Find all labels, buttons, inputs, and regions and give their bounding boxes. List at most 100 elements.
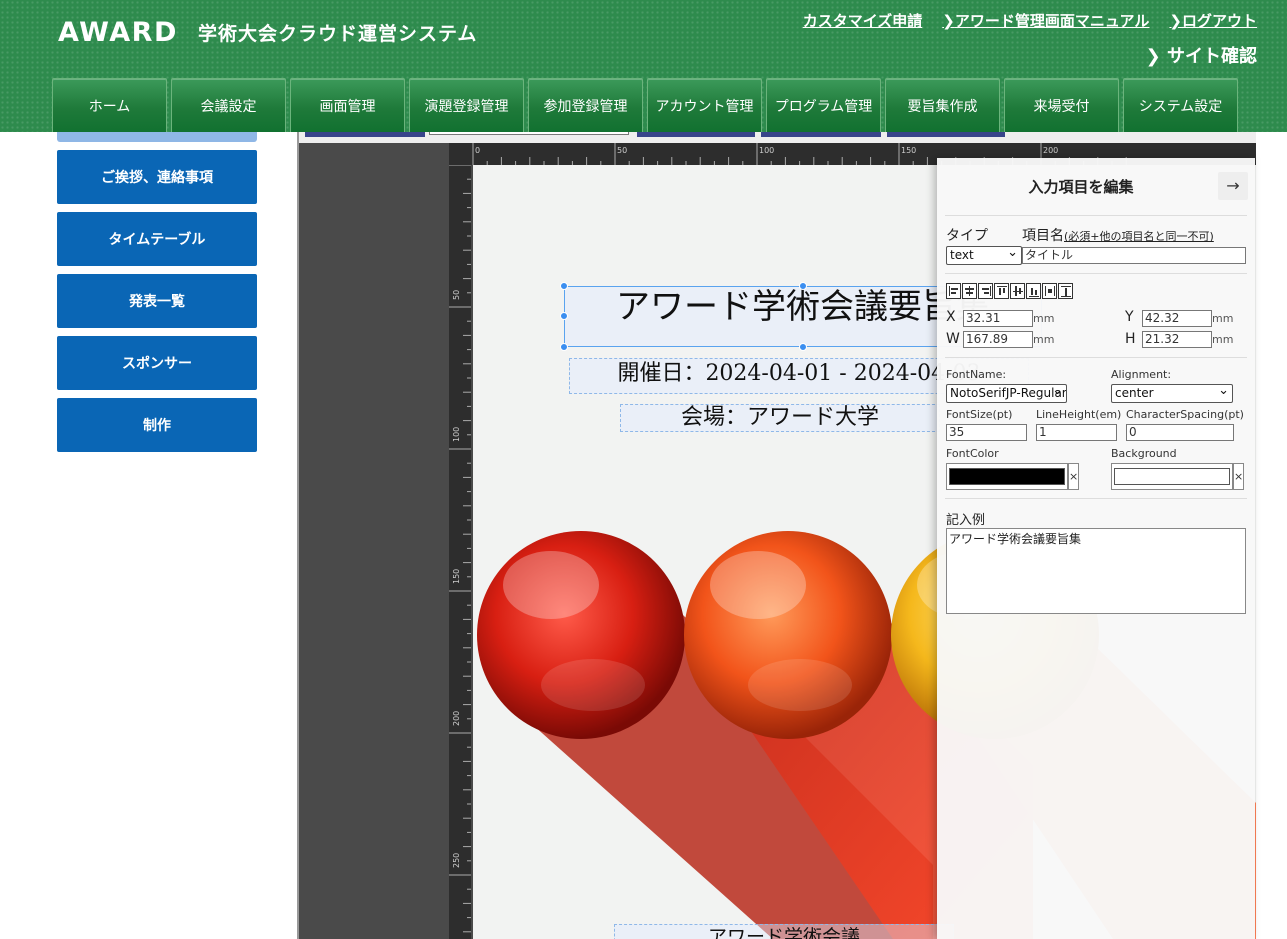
lineheight-input[interactable]: 1: [1036, 424, 1117, 441]
divider: [945, 498, 1247, 499]
name-input[interactable]: タイトル: [1022, 247, 1246, 264]
background-clear-button[interactable]: ×: [1233, 463, 1244, 490]
nav-abstract-book[interactable]: 要旨集作成: [885, 78, 1000, 132]
sidebar-item-presentations[interactable]: 発表一覧: [57, 274, 257, 328]
sidebar-item-greetings[interactable]: ご挨拶、連絡事項: [57, 150, 257, 204]
charspacing-label: CharacterSpacing(pt): [1126, 408, 1244, 421]
name-hint: (必須+他の項目名と同一不可): [1064, 230, 1214, 243]
logout-link-label: ログアウト: [1181, 12, 1257, 30]
top-links: カスタマイズ申請 ❯アワード管理画面マニュアル ❯ログアウト: [803, 10, 1257, 31]
resize-handle[interactable]: [560, 343, 568, 351]
w-label: W: [946, 331, 960, 347]
toolbar-button[interactable]: [887, 132, 1005, 137]
panel-title: 入力項目を編集: [1028, 178, 1134, 196]
fontsize-label: FontSize(pt): [946, 408, 1013, 421]
nav-participant-registration[interactable]: 参加登録管理: [528, 78, 643, 132]
resize-handle[interactable]: [560, 282, 568, 290]
toolbar-button[interactable]: [305, 132, 425, 137]
venue-field[interactable]: 会場：アワード大学: [620, 404, 940, 432]
sidebar-item-timetable[interactable]: タイムテーブル: [57, 212, 257, 266]
ruler-label: 100: [452, 427, 461, 442]
customize-request-link[interactable]: カスタマイズ申請: [803, 10, 923, 31]
fontcolor-label: FontColor: [946, 447, 999, 460]
example-textarea[interactable]: アワード学術会議要旨集: [946, 528, 1246, 614]
divider: [945, 215, 1247, 216]
nav-system-settings[interactable]: システム設定: [1123, 78, 1238, 132]
x-label: X: [946, 309, 956, 325]
manual-link-label: アワード管理画面マニュアル: [954, 12, 1150, 30]
background-swatch: [1114, 468, 1230, 485]
h-input[interactable]: 21.32: [1142, 331, 1212, 348]
site-check-link[interactable]: ❯ サイト確認: [1146, 42, 1257, 68]
sidebar-item-active-stub[interactable]: [57, 132, 257, 142]
fontsize-input[interactable]: 35: [946, 424, 1027, 441]
align-toolbar: [946, 283, 1073, 299]
nav-account-management[interactable]: アカウント管理: [647, 78, 762, 132]
ruler-label: 250: [452, 853, 461, 868]
toolbar-button[interactable]: [761, 132, 881, 137]
align-vcenter-icon[interactable]: [1010, 283, 1025, 299]
alignment-label: Alignment:: [1111, 368, 1172, 381]
y-label: Y: [1125, 309, 1134, 325]
ruler-label: 200: [1043, 146, 1058, 155]
fontcolor-picker[interactable]: [946, 463, 1068, 490]
arrow-right-icon[interactable]: →: [1218, 172, 1248, 200]
align-left-icon[interactable]: [946, 283, 961, 299]
y-input[interactable]: 42.32: [1142, 310, 1212, 327]
resize-handle[interactable]: [799, 343, 807, 351]
divider: [945, 357, 1247, 358]
divider: [945, 273, 1247, 274]
bottom-field-text: アワード学術会議: [707, 926, 860, 939]
ruler-label: 50: [452, 290, 461, 300]
type-select[interactable]: text: [946, 246, 1022, 265]
ruler-label: 100: [759, 146, 774, 155]
fontname-select[interactable]: NotoSerifJP-Regular: [946, 384, 1067, 403]
bottom-field[interactable]: アワード学術会議: [614, 924, 954, 939]
w-input[interactable]: 167.89: [963, 331, 1033, 348]
header-bar: AWARD 学術大会クラウド運営システム カスタマイズ申請 ❯アワード管理画面マ…: [0, 0, 1287, 132]
toolbar-input[interactable]: [429, 132, 629, 135]
sidebar-item-sponsors[interactable]: スポンサー: [57, 336, 257, 390]
editor-toolbar: [299, 132, 1256, 143]
nav-conference-settings[interactable]: 会議設定: [171, 78, 286, 132]
logout-link[interactable]: ❯ログアウト: [1169, 10, 1257, 31]
nav-reception[interactable]: 来場受付: [1004, 78, 1119, 132]
toolbar-button[interactable]: [637, 132, 755, 137]
sidebar-item-production[interactable]: 制作: [57, 398, 257, 452]
align-right-icon[interactable]: [978, 283, 993, 299]
charspacing-input[interactable]: 0: [1126, 424, 1234, 441]
manual-link[interactable]: ❯アワード管理画面マニュアル: [942, 10, 1149, 31]
w-unit: mm: [1033, 333, 1055, 346]
nav-abstract-registration[interactable]: 演題登録管理: [409, 78, 524, 132]
vertical-ruler: 50 100 150 200 250: [449, 165, 471, 939]
ruler-label: 0: [475, 146, 480, 155]
lineheight-label: LineHeight(em): [1036, 408, 1122, 421]
award-logo[interactable]: AWARD: [58, 17, 178, 48]
title-field-text: アワード学術会議要旨集: [616, 287, 990, 327]
nav-program-management[interactable]: プログラム管理: [766, 78, 881, 132]
distribute-v-icon[interactable]: [1058, 283, 1073, 299]
name-label: 項目名(必須+他の項目名と同一不可): [1022, 225, 1214, 245]
alignment-select[interactable]: center: [1111, 384, 1233, 403]
date-field-text: 開催日：2024-04-01 - 2024-04-03: [617, 361, 981, 386]
h-unit: mm: [1212, 333, 1234, 346]
align-hcenter-icon[interactable]: [962, 283, 977, 299]
field-edit-panel: 入力項目を編集 → タイプ 項目名(必須+他の項目名と同一不可) text タイ…: [937, 158, 1255, 939]
fontcolor-swatch: [949, 468, 1065, 485]
resize-handle[interactable]: [560, 312, 568, 320]
align-bottom-icon[interactable]: [1026, 283, 1041, 299]
example-label: 記入例: [946, 513, 986, 528]
background-picker[interactable]: [1111, 463, 1233, 490]
ruler-label: 150: [452, 569, 461, 584]
nav-home[interactable]: ホーム: [52, 78, 167, 132]
fontcolor-clear-button[interactable]: ×: [1068, 463, 1079, 490]
align-top-icon[interactable]: [994, 283, 1009, 299]
background-label: Background: [1111, 447, 1177, 460]
distribute-h-icon[interactable]: [1042, 283, 1057, 299]
resize-handle[interactable]: [799, 282, 807, 290]
type-label: タイプ: [946, 228, 988, 244]
x-input[interactable]: 32.31: [963, 310, 1033, 327]
ruler-label: 200: [452, 711, 461, 726]
y-unit: mm: [1212, 312, 1234, 325]
nav-screen-management[interactable]: 画面管理: [290, 78, 405, 132]
